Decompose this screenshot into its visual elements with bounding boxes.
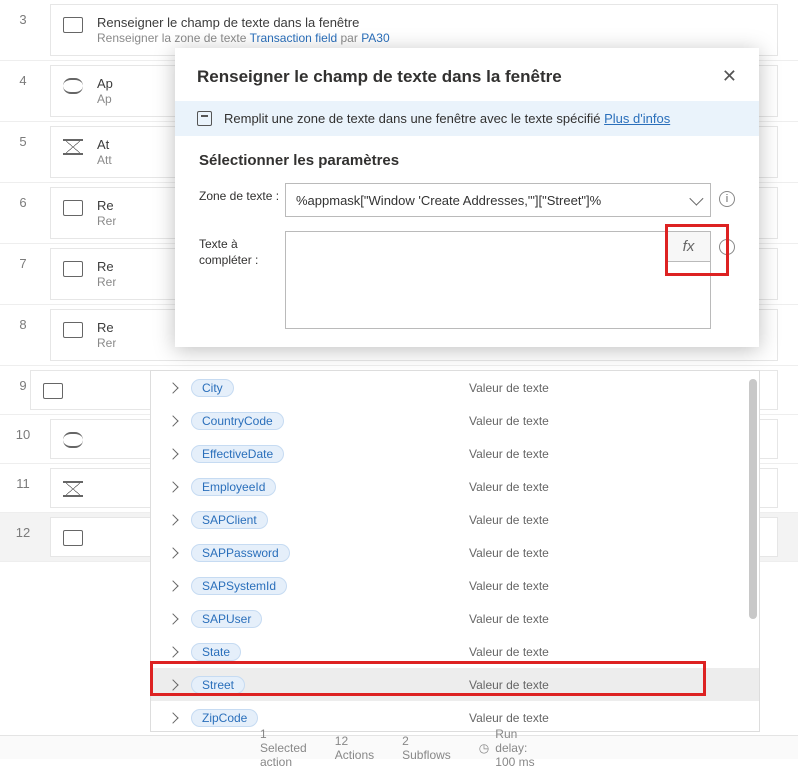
variable-item-effectivedate[interactable]: EffectiveDate Valeur de texte [151, 437, 759, 470]
variable-type: Valeur de texte [469, 546, 729, 560]
variable-pill: SAPPassword [191, 544, 290, 562]
hourglass-icon [63, 481, 83, 497]
textbox-icon [63, 530, 83, 546]
variable-item-street[interactable]: Street Valeur de texte [151, 668, 759, 701]
chevron-right-icon [167, 646, 178, 657]
row-number: 4 [0, 61, 46, 88]
chevron-right-icon [167, 514, 178, 525]
status-delay: ◷ Run delay: 100 ms [479, 727, 538, 769]
dialog-title: Renseigner le champ de texte dans la fen… [197, 67, 562, 87]
chevron-right-icon [167, 481, 178, 492]
variable-pill: City [191, 379, 234, 397]
param-zone-label: Zone de texte : [199, 183, 285, 205]
status-bar: 1 Selected action 12 Actions 2 Subflows … [0, 735, 798, 759]
textbox-icon [63, 261, 83, 277]
variable-pill: CountryCode [191, 412, 284, 430]
chevron-right-icon [167, 613, 178, 624]
variable-item-countrycode[interactable]: CountryCode Valeur de texte [151, 404, 759, 437]
action-dialog: Renseigner le champ de texte dans la fen… [175, 48, 759, 347]
info-icon [197, 111, 212, 126]
text-to-fill-input[interactable]: fx [285, 231, 711, 329]
variable-type: Valeur de texte [469, 579, 729, 593]
variable-item-sapclient[interactable]: SAPClient Valeur de texte [151, 503, 759, 536]
textbox-icon [63, 17, 83, 33]
textbox-icon [43, 383, 63, 399]
textbox-icon [63, 322, 83, 338]
variable-type: Valeur de texte [469, 678, 729, 692]
variable-item-sappassword[interactable]: SAPPassword Valeur de texte [151, 536, 759, 569]
variable-item-sapsystemid[interactable]: SAPSystemId Valeur de texte [151, 569, 759, 602]
variable-item-state[interactable]: State Valeur de texte [151, 635, 759, 668]
chevron-right-icon [167, 415, 178, 426]
chevron-right-icon [167, 382, 178, 393]
chevron-right-icon [167, 712, 178, 723]
scrollbar[interactable] [749, 379, 757, 651]
help-icon[interactable]: i [719, 191, 735, 207]
variable-pill: EmployeeId [191, 478, 276, 496]
variable-pill: State [191, 643, 241, 661]
variable-pill: ZipCode [191, 709, 258, 727]
variable-pill: SAPUser [191, 610, 262, 628]
variable-type: Valeur de texte [469, 381, 729, 395]
variable-item-city[interactable]: City Valeur de texte [151, 371, 759, 404]
help-icon[interactable]: i [719, 239, 735, 255]
param-text-label: Texte à compléter : [199, 231, 285, 268]
textbox-selector[interactable]: %appmask["Window 'Create Addresses,'"]["… [285, 183, 711, 217]
status-actions: 12 Actions [335, 734, 374, 762]
params-heading: Sélectionner les paramètres [199, 152, 735, 169]
chevron-right-icon [167, 448, 178, 459]
action-subtitle: Renseigner la zone de texte Transaction … [97, 31, 390, 45]
fx-button[interactable]: fx [666, 232, 710, 262]
variable-pill: SAPSystemId [191, 577, 287, 595]
chevron-down-icon [689, 192, 703, 206]
variable-type: Valeur de texte [469, 612, 729, 626]
variable-type: Valeur de texte [469, 414, 729, 428]
hourglass-icon [63, 139, 83, 155]
variable-item-employeeid[interactable]: EmployeeId Valeur de texte [151, 470, 759, 503]
status-selected: 1 Selected action [260, 727, 307, 769]
chevron-right-icon [167, 547, 178, 558]
variable-type: Valeur de texte [469, 711, 729, 725]
variable-item-sapuser[interactable]: SAPUser Valeur de texte [151, 602, 759, 635]
chevron-right-icon [167, 679, 178, 690]
loop-icon [63, 432, 83, 448]
variable-type: Valeur de texte [469, 480, 729, 494]
status-subflows: 2 Subflows [402, 734, 451, 762]
textbox-icon [63, 200, 83, 216]
loop-icon [63, 78, 83, 94]
variable-type: Valeur de texte [469, 645, 729, 659]
chevron-right-icon [167, 580, 178, 591]
more-info-link[interactable]: Plus d'infos [604, 111, 670, 126]
variable-type: Valeur de texte [469, 447, 729, 461]
row-number: 5 [0, 122, 46, 149]
close-button[interactable]: ✕ [722, 66, 737, 87]
textbox-selector-value: %appmask["Window 'Create Addresses,'"]["… [296, 193, 601, 208]
variable-pill: SAPClient [191, 511, 268, 529]
variable-item-zipcode[interactable]: ZipCode Valeur de texte [151, 701, 759, 731]
variable-pill: Street [191, 676, 245, 694]
variable-type: Valeur de texte [469, 513, 729, 527]
action-title: Renseigner le champ de texte dans la fen… [97, 15, 390, 30]
variable-picker: City Valeur de texte CountryCode Valeur de … [150, 370, 760, 732]
variable-pill: EffectiveDate [191, 445, 284, 463]
info-bar: Remplit une zone de texte dans une fenêt… [175, 101, 759, 136]
row-number: 3 [0, 0, 46, 27]
